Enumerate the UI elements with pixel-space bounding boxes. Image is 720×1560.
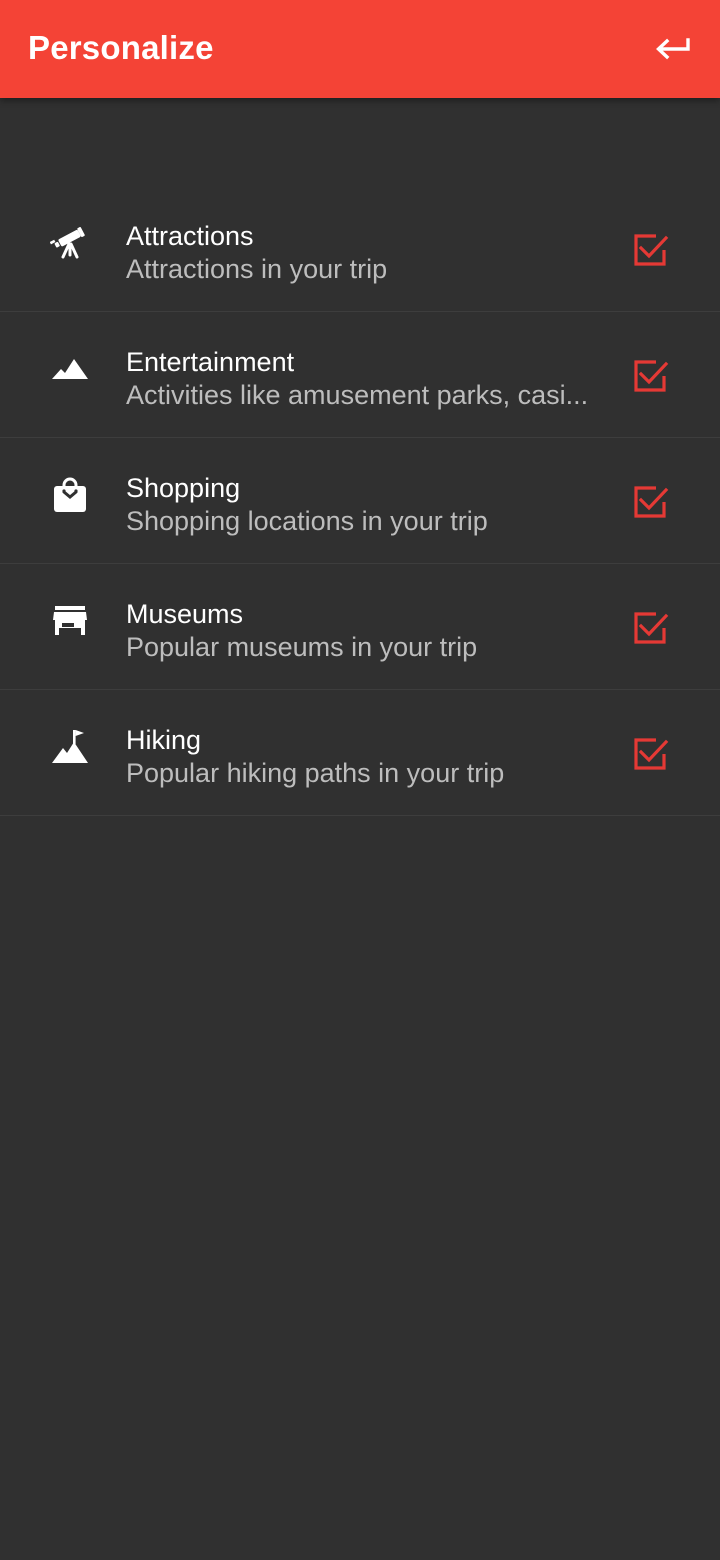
- keyboard-return-icon: [656, 38, 690, 60]
- shopping-bag-icon: [48, 473, 92, 517]
- list-item-hiking[interactable]: Hiking Popular hiking paths in your trip: [0, 690, 720, 816]
- checkbox-checked-icon[interactable]: [630, 230, 670, 270]
- personalize-screen: Personalize Attractions Attractions in y…: [0, 0, 720, 1560]
- item-title: Hiking: [126, 725, 202, 755]
- list-item-attractions[interactable]: Attractions Attractions in your trip: [0, 186, 720, 312]
- item-subtitle: Activities like amusement parks, casi...: [126, 380, 589, 410]
- mountains-icon: [48, 347, 92, 391]
- checkbox-checked-icon[interactable]: [630, 356, 670, 396]
- item-subtitle: Shopping locations in your trip: [126, 506, 488, 536]
- list-item-entertainment[interactable]: Entertainment Activities like amusement …: [0, 312, 720, 438]
- checkbox-checked-icon[interactable]: [630, 482, 670, 522]
- telescope-icon: [48, 221, 92, 265]
- item-subtitle: Popular hiking paths in your trip: [126, 758, 505, 788]
- app-bar: Personalize: [0, 0, 720, 98]
- item-subtitle: Popular museums in your trip: [126, 632, 478, 662]
- item-title: Entertainment: [126, 347, 295, 377]
- back-button[interactable]: [648, 24, 698, 74]
- checkbox-checked-icon[interactable]: [630, 608, 670, 648]
- list-item-museums[interactable]: Museums Popular museums in your trip: [0, 564, 720, 690]
- page-title: Personalize: [28, 29, 214, 66]
- summit-flag-icon: [48, 725, 92, 769]
- item-title: Museums: [126, 599, 244, 629]
- item-title: Shopping: [126, 473, 241, 503]
- checkbox-checked-icon[interactable]: [630, 734, 670, 774]
- category-list: Attractions Attractions in your trip Ent…: [0, 186, 720, 816]
- list-item-shopping[interactable]: Shopping Shopping locations in your trip: [0, 438, 720, 564]
- item-subtitle: Attractions in your trip: [126, 254, 388, 284]
- item-title: Attractions: [126, 221, 254, 251]
- storefront-icon: [48, 599, 92, 643]
